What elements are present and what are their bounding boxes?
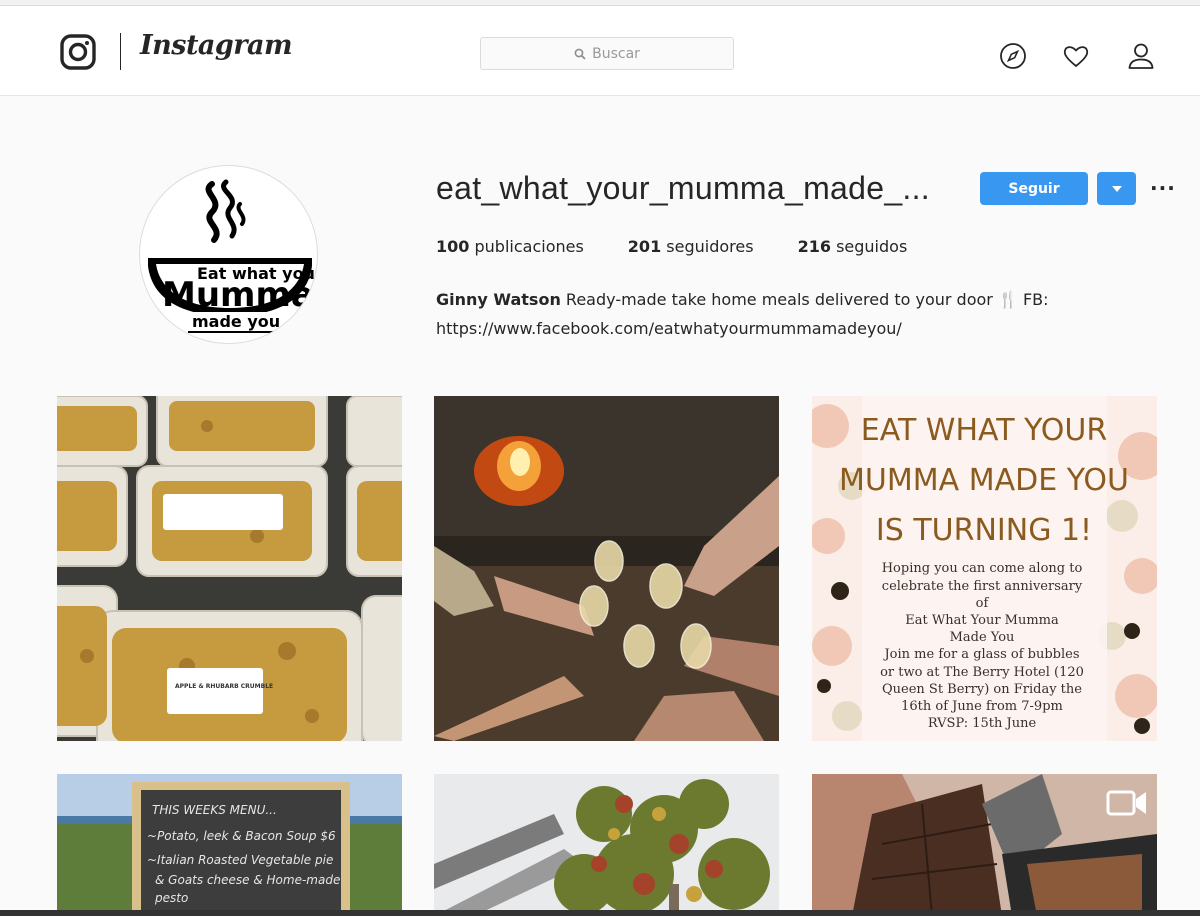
stat-posts-count: 100 <box>436 237 470 256</box>
post-thumbnail-4[interactable]: THIS WEEKS MENU... ~Potato, leek & Bacon… <box>57 774 402 916</box>
bio-link[interactable]: https://www.facebook.com/eatwhatyourmumm… <box>436 319 902 338</box>
person-icon[interactable] <box>1127 42 1155 70</box>
top-navigation-bar: Instagram Buscar <box>0 6 1200 96</box>
post4-menu-line5: pesto <box>154 891 188 905</box>
instagram-glyph-icon[interactable] <box>60 34 96 70</box>
post3-body-line10: RVSP: 15th June <box>928 716 1037 731</box>
post3-body-line8: Queen St Berry) on Friday the <box>882 682 1082 697</box>
follow-button[interactable]: Seguir <box>980 172 1088 205</box>
post-thumbnail-5[interactable] <box>434 774 779 916</box>
post3-body-line6: Join me for a glass of bubbles <box>882 647 1079 662</box>
post1-label-text: APPLE & RHUBARB CRUMBLE <box>175 683 273 690</box>
post3-body-line4: Eat What Your Mumma <box>905 613 1059 628</box>
post-thumbnail-6[interactable] <box>812 774 1157 916</box>
avatar-text-line2: Mumma <box>162 275 314 315</box>
avatar-text-line3: made you <box>192 312 280 331</box>
post4-menu-line3: ~Italian Roasted Vegetable pie <box>147 853 333 867</box>
window-bottom-edge <box>0 910 1200 916</box>
post-thumbnail-2[interactable] <box>434 396 779 741</box>
post4-menu-line2: ~Potato, leek & Bacon Soup $6 <box>147 829 336 843</box>
profile-username: eat_what_your_mumma_made_... <box>436 170 930 206</box>
post3-body-line5: Made You <box>950 630 1015 645</box>
caret-down-icon <box>1111 185 1122 192</box>
suggestions-dropdown-button[interactable] <box>1097 172 1136 205</box>
post3-title-line1: EAT WHAT YOUR <box>861 413 1107 448</box>
stat-posts-label: publicaciones <box>474 237 584 256</box>
search-placeholder: Buscar <box>592 45 640 62</box>
bio-text: Ready-made take home meals delivered to … <box>565 290 1049 309</box>
search-icon <box>574 48 586 60</box>
more-options-button[interactable]: ··· <box>1150 176 1176 200</box>
post-thumbnail-1[interactable]: APPLE & RHUBARB CRUMBLE <box>57 396 402 741</box>
post3-title-line2: MUMMA MADE YOU <box>839 463 1129 498</box>
profile-avatar[interactable]: Eat what your Mumma made you <box>139 165 318 344</box>
post3-body-line9: 16th of June from 7-9pm <box>901 699 1063 714</box>
stat-followers-count: 201 <box>627 237 662 256</box>
profile-bio: Ginny Watson Ready-made take home meals … <box>436 285 1136 343</box>
bio-full-name: Ginny Watson <box>436 290 561 309</box>
heart-icon[interactable] <box>1062 42 1090 70</box>
post4-menu-line1: THIS WEEKS MENU... <box>152 803 277 817</box>
stat-posts[interactable]: 100 publicaciones <box>436 237 584 256</box>
stat-followers[interactable]: 201 seguidores <box>628 237 754 256</box>
compass-icon[interactable] <box>999 42 1027 70</box>
stat-following[interactable]: 216 seguidos <box>798 237 908 256</box>
profile-stats: 100 publicaciones 201 seguidores 216 seg… <box>436 237 951 256</box>
post-thumbnail-3[interactable]: EAT WHAT YOUR MUMMA MADE YOU IS TURNING … <box>812 396 1157 741</box>
post3-body-line7: or two at The Berry Hotel (120 <box>880 665 1084 680</box>
post3-body-line2: celebrate the first anniversary <box>882 579 1083 594</box>
post3-body-line3: of <box>976 596 990 611</box>
post4-menu-line4: & Goats cheese & Home-made <box>155 873 340 887</box>
instagram-wordmark[interactable]: Instagram <box>140 30 293 61</box>
post3-title-line3: IS TURNING 1! <box>876 513 1092 548</box>
header-divider <box>120 33 121 70</box>
stat-following-label: seguidos <box>836 237 908 256</box>
stat-followers-label: seguidores <box>666 237 754 256</box>
search-input[interactable]: Buscar <box>480 37 734 70</box>
stat-following-count: 216 <box>797 237 831 256</box>
post3-body-line1: Hoping you can come along to <box>882 561 1083 576</box>
